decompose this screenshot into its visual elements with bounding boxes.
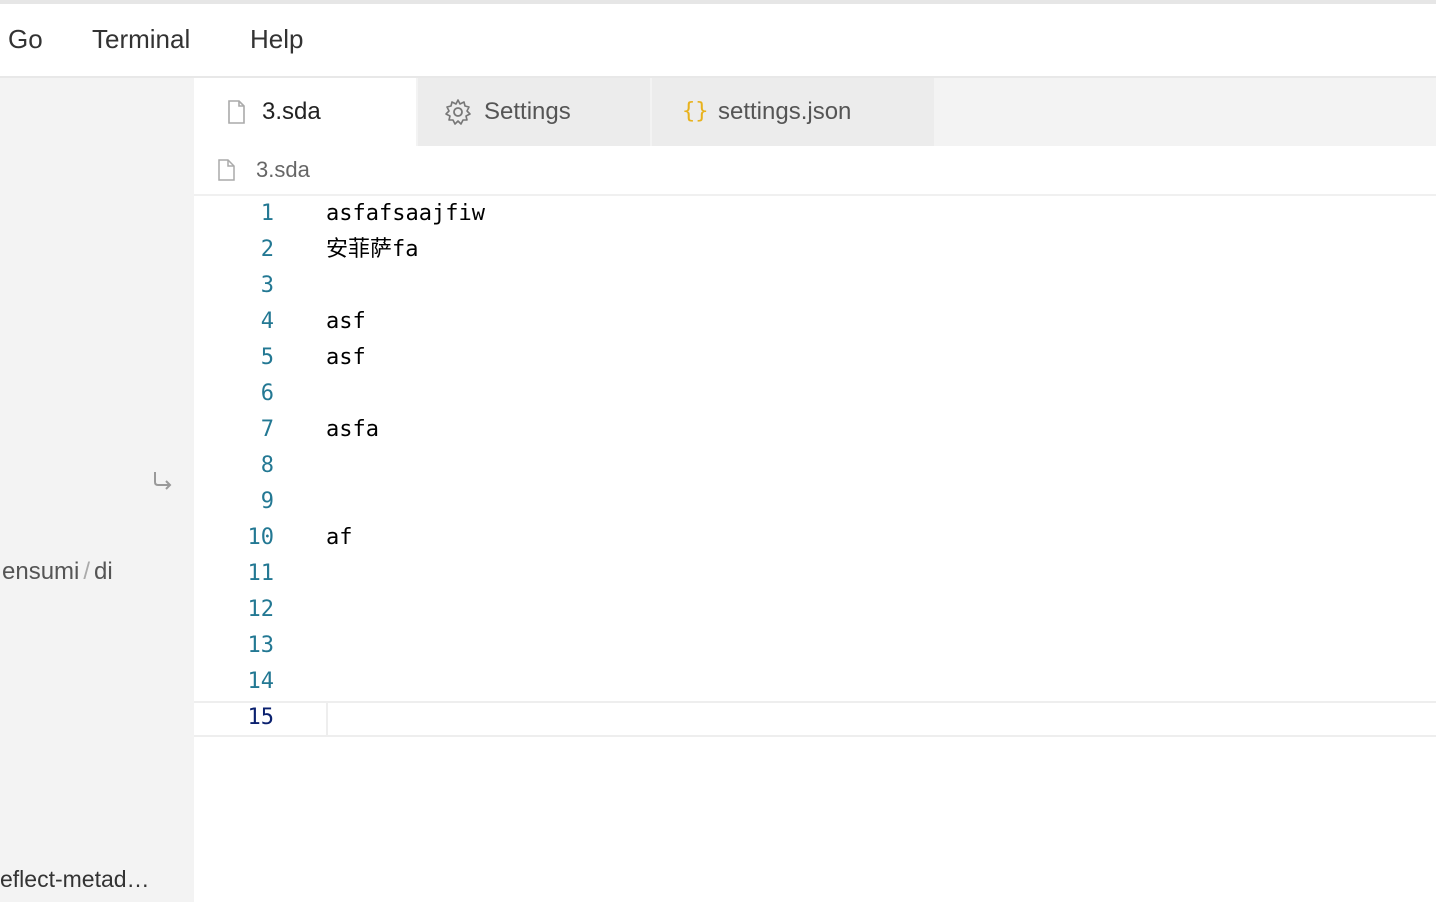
code-line[interactable]: 3 [194, 268, 1436, 304]
tab-settings[interactable]: Settings [418, 78, 650, 146]
code-line[interactable]: 10 af [194, 520, 1436, 556]
line-number: 11 [247, 561, 275, 586]
code-line[interactable]: 13 [194, 628, 1436, 664]
file-icon [218, 159, 235, 181]
line-text[interactable]: asfafsaajfiw [326, 196, 485, 232]
file-icon [228, 100, 245, 124]
editor-tab-bar: 3.sda Settings {} settings.json [194, 78, 1436, 146]
line-number: 10 [247, 525, 275, 550]
code-line-current[interactable]: 15 [194, 700, 1436, 736]
code-line[interactable]: 1 asfafsaajfiw [194, 196, 1436, 232]
code-line[interactable]: 2 安菲萨fa [194, 232, 1436, 268]
sidebar-path[interactable]: ensumi / di [2, 558, 113, 586]
line-text[interactable]: 安菲萨fa [326, 232, 419, 268]
code-line[interactable]: 5 asf [194, 340, 1436, 376]
wrap-arrow-icon[interactable] [150, 468, 176, 494]
line-text[interactable]: asfa [326, 412, 379, 448]
line-number: 3 [260, 273, 274, 298]
sidebar: ensumi / di eflect-metad… [0, 78, 194, 902]
window-top-border [0, 0, 1436, 4]
line-number: 1 [260, 201, 274, 226]
code-line[interactable]: 8 [194, 448, 1436, 484]
code-line[interactable]: 4 asf [194, 304, 1436, 340]
line-text[interactable]: asf [326, 304, 366, 340]
breadcrumb-file[interactable]: 3.sda [256, 157, 310, 183]
line-number: 5 [260, 345, 274, 370]
braces-icon: {} [682, 99, 709, 124]
line-number: 8 [260, 453, 274, 478]
line-number: 2 [260, 237, 274, 262]
line-number: 9 [260, 489, 274, 514]
code-editor[interactable]: 1 asfafsaajfiw 2 安菲萨fa 3 4 asf 5 asf 6 7 asfa… [194, 196, 1436, 902]
menu-go[interactable]: Go [8, 24, 43, 55]
code-line[interactable]: 9 [194, 484, 1436, 520]
code-line[interactable]: 6 [194, 376, 1436, 412]
path-segment-di: di [94, 558, 113, 585]
sidebar-item-reflect-metadata[interactable]: eflect-metad… [0, 866, 150, 893]
line-number: 7 [260, 417, 274, 442]
line-text[interactable]: af [326, 520, 353, 556]
line-number: 4 [260, 309, 274, 334]
tab-label: Settings [484, 98, 571, 125]
menu-help[interactable]: Help [250, 24, 303, 55]
code-line[interactable]: 14 [194, 664, 1436, 700]
line-number: 15 [247, 705, 275, 730]
tab-label: settings.json [718, 98, 852, 125]
line-text[interactable]: asf [326, 340, 366, 376]
code-line[interactable]: 11 [194, 556, 1436, 592]
tab-3-sda[interactable]: 3.sda [194, 78, 416, 146]
code-line[interactable]: 7 asfa [194, 412, 1436, 448]
line-number: 14 [247, 669, 275, 694]
line-number: 12 [247, 597, 275, 622]
path-segment-ensumi: ensumi [2, 558, 80, 585]
code-line[interactable]: 12 [194, 592, 1436, 628]
gear-icon [445, 99, 471, 125]
line-number: 6 [260, 381, 274, 406]
line-number: 13 [247, 633, 275, 658]
tab-settings-json[interactable]: {} settings.json [652, 78, 934, 146]
breadcrumb: 3.sda [194, 146, 1436, 196]
menu-bar: Go Terminal Help [0, 6, 1436, 76]
tab-label: 3.sda [262, 98, 321, 125]
path-separator: / [83, 558, 91, 585]
menu-terminal[interactable]: Terminal [92, 24, 190, 55]
